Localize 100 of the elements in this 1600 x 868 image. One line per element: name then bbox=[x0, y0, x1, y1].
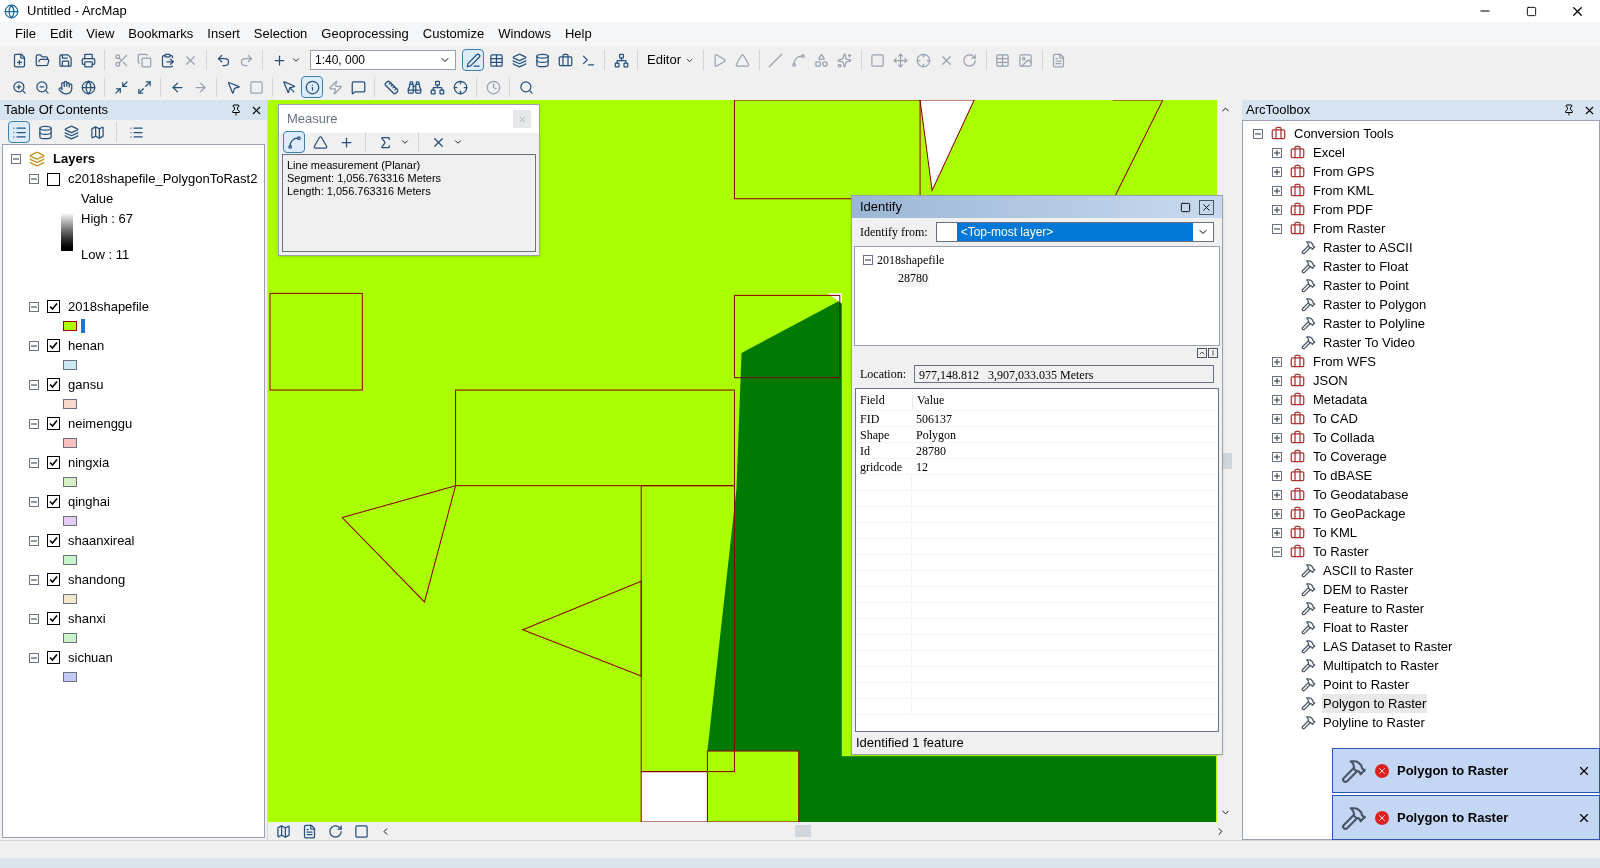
layer-name[interactable]: 2018shapefile bbox=[68, 296, 149, 317]
expand-toggle[interactable] bbox=[1272, 489, 1282, 500]
caret-icon[interactable] bbox=[453, 137, 463, 147]
toolset-name[interactable]: From PDF bbox=[1313, 199, 1373, 220]
tree-node[interactable]: 28780 bbox=[897, 269, 929, 287]
expand-toggle[interactable] bbox=[1272, 413, 1282, 424]
expand-toggle[interactable] bbox=[29, 496, 39, 507]
layer-checkbox[interactable] bbox=[47, 612, 60, 625]
tool-name[interactable]: ASCII to Raster bbox=[1322, 560, 1415, 581]
list-icon[interactable] bbox=[8, 121, 30, 143]
layer-name[interactable]: c2018shapefile_PolygonToRast2 bbox=[68, 169, 258, 189]
location-field[interactable]: 977,148.812 3,907,033.035 Meters bbox=[914, 365, 1214, 383]
toolset-name[interactable]: From WFS bbox=[1313, 351, 1376, 372]
layer-name[interactable]: shanxi bbox=[68, 608, 106, 629]
menu-item[interactable]: Customize bbox=[415, 24, 492, 44]
layer-checkbox[interactable] bbox=[47, 456, 60, 469]
expand-toggle[interactable] bbox=[1272, 527, 1282, 538]
tool-name[interactable]: Feature to Raster bbox=[1322, 598, 1426, 619]
layer-name[interactable]: shandong bbox=[68, 569, 126, 590]
menu-item[interactable]: Bookmarks bbox=[121, 24, 201, 44]
toolset-name[interactable]: Metadata bbox=[1313, 389, 1368, 410]
toolset-name[interactable]: JSON bbox=[1313, 370, 1348, 391]
menu-item[interactable]: Edit bbox=[42, 24, 80, 44]
tool-name[interactable]: Raster to Polygon bbox=[1322, 294, 1428, 315]
toolset-name[interactable]: From GPS bbox=[1313, 161, 1375, 182]
expand-toggle[interactable] bbox=[1272, 356, 1282, 367]
expand-toggle[interactable] bbox=[29, 613, 39, 624]
expand-toggle[interactable] bbox=[1272, 166, 1282, 177]
tool-name[interactable]: Float to Raster bbox=[1322, 617, 1410, 638]
menu-item[interactable]: File bbox=[8, 24, 43, 44]
layer-checkbox[interactable] bbox=[47, 172, 60, 186]
layer-name[interactable]: gansu bbox=[68, 374, 104, 395]
menu-item[interactable]: Windows bbox=[491, 24, 558, 44]
expand-toggle[interactable] bbox=[29, 574, 39, 585]
editor-menu[interactable]: Editor bbox=[643, 50, 698, 70]
layer-checkbox[interactable] bbox=[47, 300, 60, 313]
expand-toggle[interactable] bbox=[11, 154, 21, 164]
scroll-thumb[interactable] bbox=[795, 825, 811, 837]
toolset-name[interactable]: To GeoPackage bbox=[1313, 503, 1406, 524]
expand-toggle[interactable] bbox=[1272, 470, 1282, 481]
splitter-icon[interactable] bbox=[1208, 348, 1218, 358]
expand-toggle[interactable] bbox=[29, 301, 39, 312]
tool-name[interactable]: Raster to Float bbox=[1322, 256, 1410, 277]
expand-toggle[interactable] bbox=[1253, 128, 1263, 139]
layer-checkbox[interactable] bbox=[47, 378, 60, 391]
layer-checkbox[interactable] bbox=[47, 651, 60, 664]
info-icon[interactable] bbox=[301, 76, 323, 98]
tool-name[interactable]: Multipatch to Raster bbox=[1322, 655, 1440, 676]
layer-name[interactable]: ningxia bbox=[68, 452, 110, 473]
layer-checkbox[interactable] bbox=[47, 339, 60, 352]
data-frame-name[interactable]: Layers bbox=[53, 149, 95, 169]
expand-toggle[interactable] bbox=[29, 652, 39, 663]
toolset-name[interactable]: To Collada bbox=[1313, 427, 1375, 448]
expand-toggle[interactable] bbox=[29, 379, 39, 390]
toolset-name[interactable]: From KML bbox=[1313, 180, 1374, 201]
expand-toggle[interactable] bbox=[1272, 204, 1282, 215]
tool-name[interactable]: Raster To Video bbox=[1322, 332, 1417, 353]
expand-toggle[interactable] bbox=[1272, 451, 1282, 462]
layer-checkbox[interactable] bbox=[47, 534, 60, 547]
tool-name[interactable]: Point to Raster bbox=[1322, 674, 1410, 695]
toolset-name[interactable]: To KML bbox=[1313, 522, 1358, 543]
toolbox-name[interactable]: Conversion Tools bbox=[1294, 123, 1394, 144]
pin-icon[interactable] bbox=[1563, 104, 1575, 116]
expand-toggle[interactable] bbox=[29, 340, 39, 351]
tool-name[interactable]: Polyline to Raster bbox=[1322, 712, 1426, 733]
expand-toggle[interactable] bbox=[1272, 147, 1282, 158]
layer-checkbox[interactable] bbox=[47, 495, 60, 508]
tool-name[interactable]: Polygon to Raster bbox=[1322, 693, 1428, 714]
pen-icon[interactable] bbox=[462, 49, 484, 71]
toolset-name[interactable]: To Raster bbox=[1313, 541, 1369, 562]
layer-name[interactable]: qinghai bbox=[68, 491, 110, 512]
toolset-name[interactable]: To Coverage bbox=[1313, 446, 1387, 467]
toolset-name[interactable]: To Geodatabase bbox=[1313, 484, 1409, 505]
menu-item[interactable]: View bbox=[79, 24, 122, 44]
toolset-name[interactable]: From Raster bbox=[1313, 218, 1386, 239]
layer-checkbox[interactable] bbox=[47, 573, 60, 586]
tool-name[interactable]: Raster to ASCII bbox=[1322, 237, 1414, 258]
pin-icon[interactable] bbox=[230, 104, 242, 116]
expand-toggle[interactable] bbox=[1272, 508, 1282, 519]
close-button[interactable] bbox=[1199, 199, 1214, 215]
expand-toggle[interactable] bbox=[863, 255, 873, 265]
menu-item[interactable]: Selection bbox=[246, 24, 315, 44]
tool-name[interactable]: DEM to Raster bbox=[1322, 579, 1410, 600]
tree-node[interactable]: 2018shapefile bbox=[877, 251, 945, 269]
scale-combo[interactable]: 1:40, 000 bbox=[310, 50, 456, 70]
toolset-name[interactable]: Excel bbox=[1313, 142, 1345, 163]
menu-item[interactable]: Help bbox=[557, 24, 599, 44]
expand-toggle[interactable] bbox=[1272, 185, 1282, 196]
layer-name[interactable]: henan bbox=[68, 335, 105, 356]
tool-name[interactable]: Raster to Polyline bbox=[1322, 313, 1426, 334]
menu-item[interactable]: Insert bbox=[200, 24, 247, 44]
layer-name[interactable]: shaanxireal bbox=[68, 530, 135, 551]
expand-toggle[interactable] bbox=[1272, 394, 1282, 405]
expand-toggle[interactable] bbox=[29, 174, 39, 184]
expand-toggle[interactable] bbox=[1272, 375, 1282, 386]
caret-icon[interactable] bbox=[400, 137, 410, 147]
expand-toggle[interactable] bbox=[1272, 546, 1282, 557]
menu-item[interactable]: Geoprocessing bbox=[314, 24, 416, 44]
identify-from-dropdown[interactable]: <Top-most layer> bbox=[935, 222, 1214, 242]
expand-toggle[interactable] bbox=[29, 418, 39, 429]
